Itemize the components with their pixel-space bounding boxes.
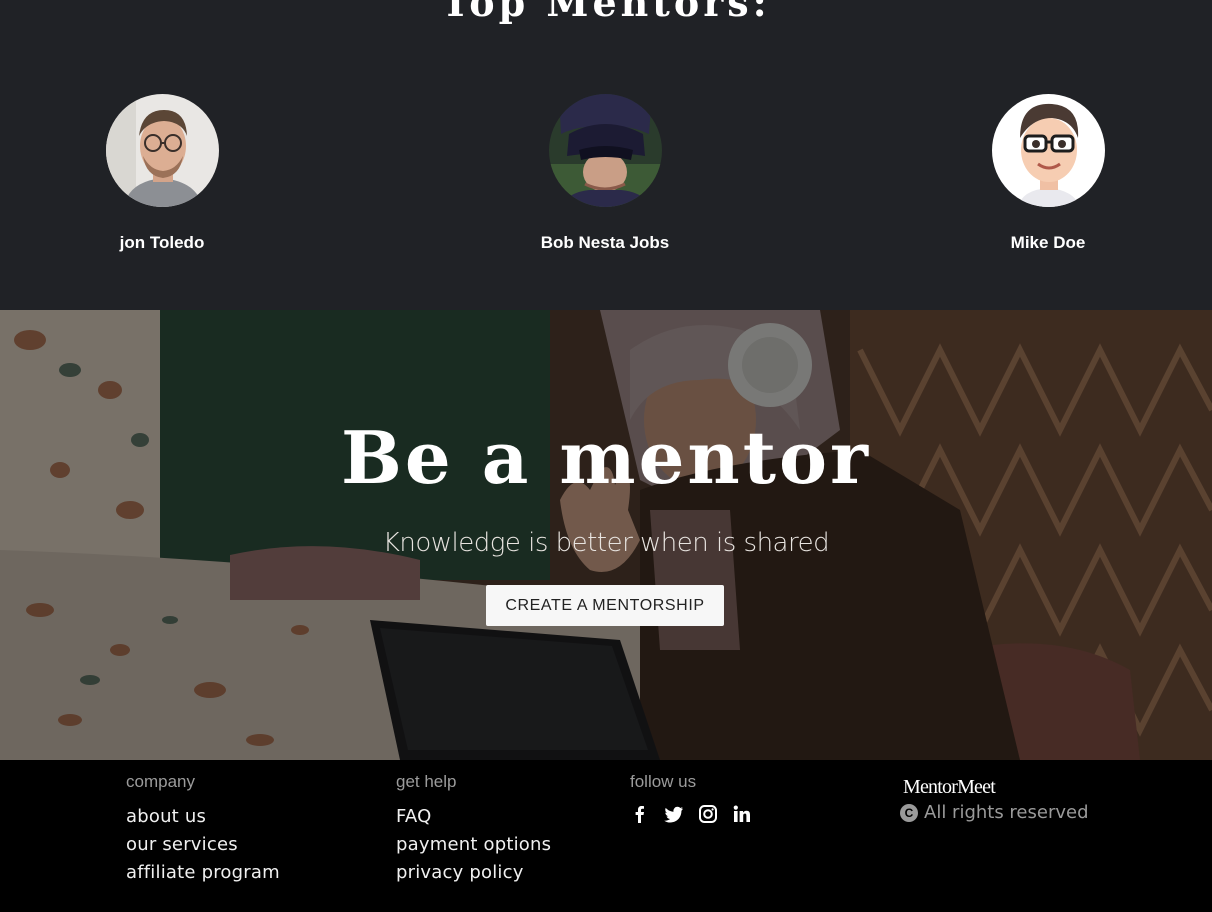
social-links <box>630 804 752 824</box>
twitter-icon[interactable] <box>664 804 684 824</box>
footer-company-column: company about us our services affiliate … <box>126 772 280 890</box>
mentor-card[interactable]: jon Toledo <box>42 94 282 253</box>
affiliate-program-link[interactable]: affiliate program <box>126 862 280 883</box>
brand-logo[interactable]: MentorMeet <box>903 776 996 799</box>
create-mentorship-button[interactable]: CREATE A MENTORSHIP <box>486 585 724 626</box>
instagram-icon[interactable] <box>698 804 718 824</box>
avatar[interactable] <box>991 94 1105 207</box>
mentor-name[interactable]: Mike Doe <box>928 233 1168 253</box>
mentor-name[interactable]: jon Toledo <box>42 233 282 253</box>
mentor-name[interactable]: Bob Nesta Jobs <box>485 233 725 253</box>
facebook-icon[interactable] <box>630 804 650 824</box>
footer-heading: follow us <box>630 772 697 791</box>
avatar[interactable] <box>548 94 662 207</box>
hero-title: Be a mentor <box>340 415 871 500</box>
avatar[interactable] <box>105 94 219 207</box>
copyright-icon: C <box>900 803 918 822</box>
our-services-link[interactable]: our services <box>126 834 280 855</box>
mentor-card[interactable]: Mike Doe <box>928 94 1168 253</box>
privacy-policy-link[interactable]: privacy policy <box>396 862 551 883</box>
rights-text: All rights reserved <box>924 802 1089 823</box>
section-title: Top Mentors: <box>441 0 771 25</box>
payment-options-link[interactable]: payment options <box>396 834 551 855</box>
top-mentors-section: Top Mentors: jon Toledo Bob Nesta Jobs M… <box>0 0 1212 310</box>
footer: company about us our services affiliate … <box>0 760 1212 912</box>
footer-heading: get help <box>396 772 457 791</box>
footer-heading: company <box>126 772 195 791</box>
be-a-mentor-hero: Be a mentor Knowledge is better when is … <box>0 310 1212 760</box>
about-us-link[interactable]: about us <box>126 806 280 827</box>
copyright: C All rights reserved <box>900 802 1089 823</box>
mentor-card[interactable]: Bob Nesta Jobs <box>485 94 725 253</box>
footer-follow-column: follow us <box>630 772 752 824</box>
hero-subtitle: Knowledge is better when is shared <box>382 528 830 558</box>
linkedin-icon[interactable] <box>732 804 752 824</box>
faq-link[interactable]: FAQ <box>396 806 551 827</box>
footer-help-column: get help FAQ payment options privacy pol… <box>396 772 551 890</box>
